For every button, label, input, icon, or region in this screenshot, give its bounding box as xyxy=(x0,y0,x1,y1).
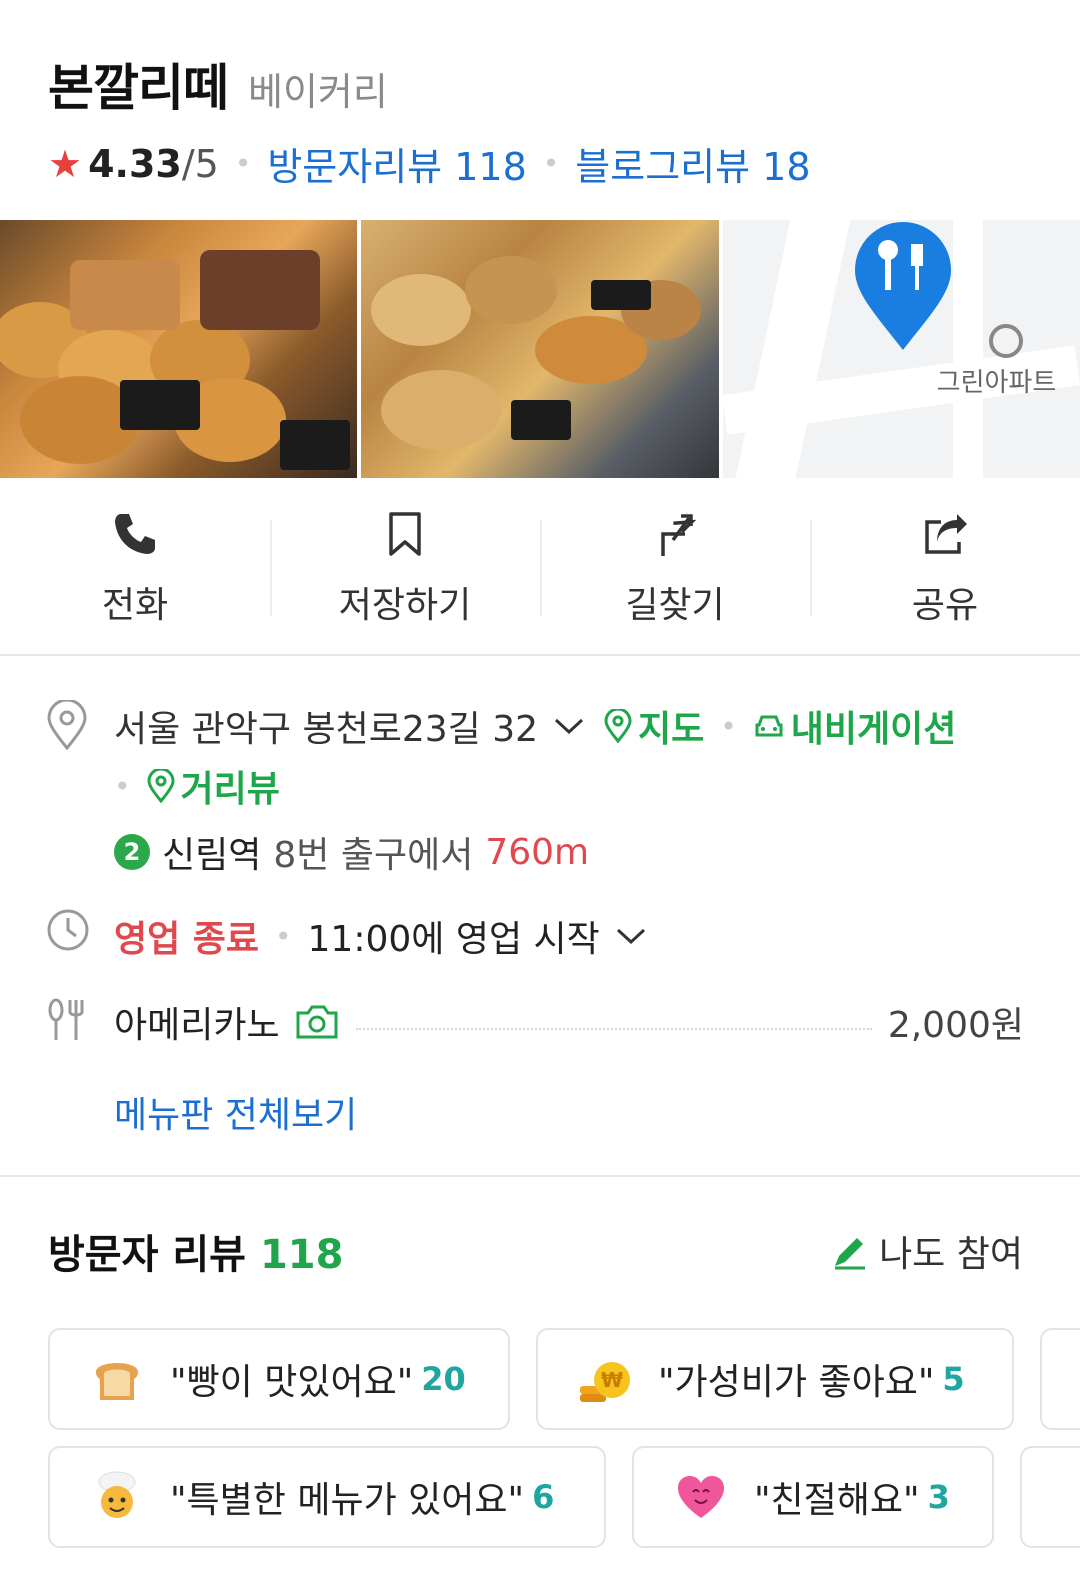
review-chip-partial[interactable] xyxy=(1020,1446,1080,1548)
menu-all-link[interactable]: 메뉴판 전체보기 xyxy=(114,1086,357,1138)
save-label: 저장하기 xyxy=(338,585,472,626)
visitor-reviews-link[interactable]: 방문자리뷰 118 xyxy=(267,136,526,191)
restaurant-pin-icon xyxy=(854,222,951,350)
share-label: 공유 xyxy=(911,585,979,626)
navigation-link[interactable]: 내비게이션 xyxy=(753,700,957,752)
chip-count: 6 xyxy=(532,1478,555,1516)
map-link-label: 지도 xyxy=(638,709,705,750)
bakery-photo-2[interactable] xyxy=(361,220,719,478)
separator-dot: • xyxy=(114,769,131,803)
cutlery-icon xyxy=(48,998,84,1040)
heart-icon xyxy=(678,1476,724,1518)
hours-line[interactable]: 영업 종료 • 11:00에 영업 시작 xyxy=(114,910,648,962)
share-icon xyxy=(925,514,967,554)
action-bar: 전화 저장하기 길찾기 공유 xyxy=(0,480,1080,656)
phone-icon xyxy=(115,514,155,554)
review-count: 118 xyxy=(259,1232,344,1278)
bookmark-icon xyxy=(389,512,421,556)
review-chip-partial[interactable] xyxy=(1040,1328,1080,1430)
location-pin-icon xyxy=(47,700,87,750)
review-header: 방문자 리뷰 118 나도 참여 xyxy=(48,1222,1023,1280)
rating-row: ★ 4.33 /5 • 방문자리뷰 118 • 블로그리뷰 18 xyxy=(48,136,1048,191)
place-name: 본깔리떼 xyxy=(48,59,229,117)
bakery-photo-1[interactable] xyxy=(0,220,358,478)
camera-icon[interactable] xyxy=(294,1003,340,1041)
rating-max: /5 xyxy=(181,141,219,186)
directions-label: 길찾기 xyxy=(625,585,725,626)
chip-count: 20 xyxy=(421,1360,466,1398)
address-line-2: • 거리뷰 xyxy=(114,760,280,812)
section-divider xyxy=(0,1175,1080,1177)
review-chip[interactable]: "빵이 맛있어요" 20 xyxy=(48,1328,510,1430)
chip-row-1: "빵이 맛있어요" 20 ₩ "가성비가 좋아요" 5 xyxy=(48,1328,1080,1430)
chip-count: 3 xyxy=(927,1478,950,1516)
review-chip[interactable]: "특별한 메뉴가 있어요" 6 xyxy=(48,1446,606,1548)
chef-icon xyxy=(98,1471,136,1518)
review-chip[interactable]: ₩ "가성비가 좋아요" 5 xyxy=(536,1328,1014,1430)
chevron-down-icon[interactable] xyxy=(552,714,586,738)
address-text[interactable]: 서울 관악구 봉천로23길 32 xyxy=(114,700,538,752)
subway-distance: 760m xyxy=(485,831,590,873)
chip-text: "빵이 맛있어요" xyxy=(170,1362,414,1403)
street-view-link[interactable]: 거리뷰 xyxy=(147,760,280,812)
share-button[interactable]: 공유 xyxy=(810,480,1080,654)
subway-info: 2 신림역 8번 출구에서 760m xyxy=(114,826,589,878)
star-icon: ★ xyxy=(48,141,83,186)
review-keyword-chips: "빵이 맛있어요" 20 ₩ "가성비가 좋아요" 5 "특별한 메뉴가 있어요… xyxy=(48,1328,1080,1564)
chip-row-2: "특별한 메뉴가 있어요" 6 "친절해요" 3 xyxy=(48,1446,1080,1548)
chip-text: "가성비가 좋아요" xyxy=(658,1362,935,1403)
place-category: 베이커리 xyxy=(248,70,388,114)
menu-item-price: 2,000원 xyxy=(887,1005,1024,1046)
coin-icon: ₩ xyxy=(580,1362,630,1402)
place-header: 본깔리떼 베이커리 ★ 4.33 /5 • 방문자리뷰 118 • 블로그리뷰 … xyxy=(48,48,1048,191)
separator-dot: • xyxy=(234,147,252,180)
bread-icon xyxy=(96,1363,138,1400)
chevron-down-icon[interactable] xyxy=(614,924,648,948)
call-button[interactable]: 전화 xyxy=(0,480,270,654)
menu-leader-dots xyxy=(355,1028,872,1030)
svg-text:₩: ₩ xyxy=(601,1368,623,1392)
photo-strip: 그린아파트 xyxy=(0,220,1080,478)
apartment-icon xyxy=(988,324,1023,358)
car-icon xyxy=(755,715,783,737)
subway-line-badge: 2 xyxy=(114,834,150,870)
menu-row: 아메리카노 2,000원 xyxy=(114,996,1024,1048)
navigation-link-label: 내비게이션 xyxy=(790,709,957,750)
chip-text: "친절해요" xyxy=(754,1480,920,1521)
blog-reviews-link[interactable]: 블로그리뷰 18 xyxy=(575,136,810,191)
street-view-pin-icon xyxy=(147,769,175,803)
address-line: 서울 관악구 봉천로23길 32 지도 • 내비게이션 xyxy=(114,700,956,752)
subway-exit: 8번 출구에서 xyxy=(273,835,474,876)
map-label: 그린아파트 xyxy=(936,368,1057,398)
map-thumbnail[interactable]: 그린아파트 xyxy=(722,220,1080,478)
review-title-text: 방문자 리뷰 xyxy=(48,1232,246,1278)
separator-dot: • xyxy=(275,919,292,953)
menu-item-name: 아메리카노 xyxy=(114,1005,280,1046)
separator-dot: • xyxy=(542,147,560,180)
street-view-label: 거리뷰 xyxy=(180,769,280,810)
chip-text: "특별한 메뉴가 있어요" xyxy=(170,1480,525,1521)
review-chip[interactable]: "친절해요" 3 xyxy=(632,1446,994,1548)
separator-dot: • xyxy=(720,709,737,743)
map-link[interactable]: 지도 xyxy=(604,700,704,752)
rating-value: 4.33 xyxy=(88,141,182,186)
review-title: 방문자 리뷰 118 xyxy=(48,1222,343,1280)
save-button[interactable]: 저장하기 xyxy=(270,480,540,654)
clock-icon xyxy=(47,909,89,951)
next-open-time: 11:00에 영업 시작 xyxy=(307,919,600,960)
directions-button[interactable]: 길찾기 xyxy=(540,480,810,654)
subway-station: 신림역 xyxy=(162,835,262,876)
business-status: 영업 종료 xyxy=(114,919,260,960)
directions-icon xyxy=(661,514,697,556)
call-label: 전화 xyxy=(101,585,169,626)
pencil-icon xyxy=(835,1238,866,1270)
join-review-button[interactable]: 나도 참여 xyxy=(831,1225,1023,1277)
join-label: 나도 참여 xyxy=(879,1234,1023,1275)
chip-count: 5 xyxy=(942,1360,965,1398)
map-pin-icon xyxy=(604,709,632,743)
